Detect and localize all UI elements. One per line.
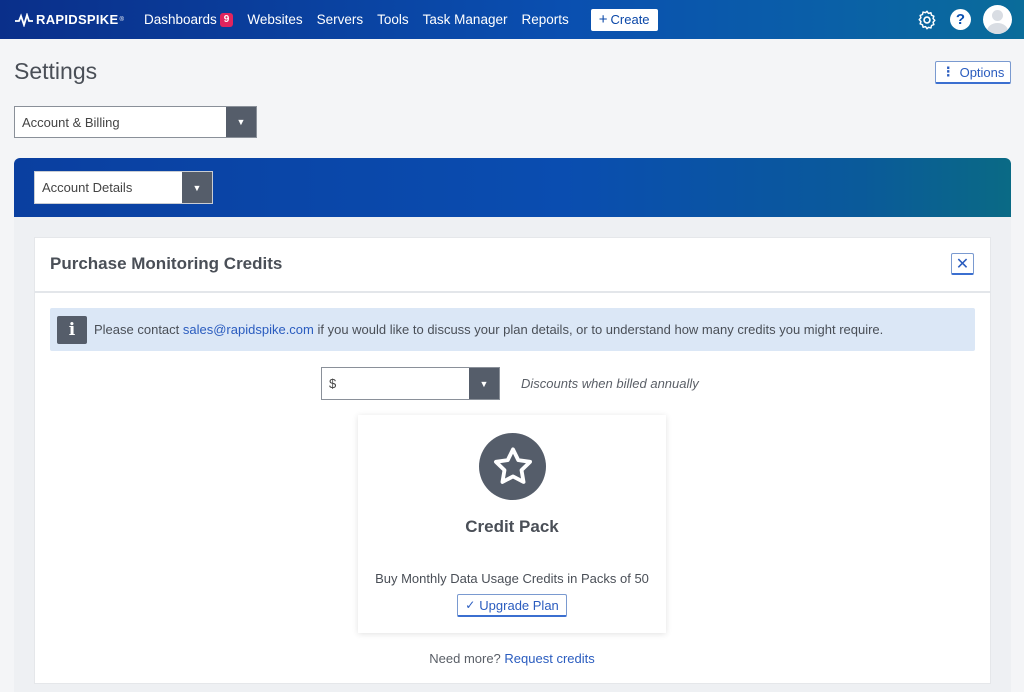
create-button[interactable]: + Create <box>590 8 658 31</box>
nav-reports[interactable]: Reports <box>521 12 568 27</box>
pack-description: Buy Monthly Data Usage Credits in Packs … <box>375 571 649 586</box>
top-navbar: RAPIDSPIKE ® Dashboards 9 Websites Serve… <box>0 0 1024 39</box>
info-text-after: if you would like to discuss your plan d… <box>313 322 884 337</box>
create-button-label: Create <box>610 12 650 27</box>
nav-right-actions: ? <box>916 0 1012 39</box>
nav-task-manager-label: Task Manager <box>422 12 508 27</box>
nav-dashboards[interactable]: Dashboards 9 <box>144 12 234 27</box>
options-button-label: Options <box>959 64 1005 80</box>
subsection-value: Account Details <box>42 180 133 195</box>
pack-title: Credit Pack <box>465 517 559 536</box>
vertical-dots-icon: ⋮ <box>941 64 955 79</box>
caret-down-icon: ▼ <box>469 368 499 399</box>
sales-email-link[interactable]: sales@rapidspike.com <box>183 322 314 337</box>
nav-servers[interactable]: Servers <box>317 12 364 27</box>
need-more-prefix: Need more? <box>429 651 505 666</box>
nav-reports-label: Reports <box>521 12 569 27</box>
logo-text: RAPIDSPIKE <box>36 12 119 27</box>
pulse-logo-icon <box>15 12 33 27</box>
need-more-text: Need more? Request credits <box>358 651 666 666</box>
nav-task-manager[interactable]: Task Manager <box>423 12 508 27</box>
nav-websites-label: Websites <box>247 12 303 27</box>
nav-dashboards-label: Dashboards <box>144 12 217 27</box>
nav-tools[interactable]: Tools <box>377 12 409 27</box>
discount-note: Discounts when billed annually <box>521 376 699 391</box>
info-alert: i Please contact sales@rapidspike.com if… <box>50 308 975 351</box>
gear-icon[interactable] <box>916 9 938 31</box>
dashboards-count-badge: 9 <box>219 12 234 27</box>
nav-servers-label: Servers <box>316 12 364 27</box>
info-text: Please contact sales@rapidspike.com if y… <box>94 322 883 337</box>
user-avatar[interactable] <box>983 5 1012 34</box>
settings-section-value: Account & Billing <box>22 114 120 130</box>
request-credits-link[interactable]: Request credits <box>504 651 594 666</box>
nav-websites[interactable]: Websites <box>247 12 302 27</box>
caret-down-icon: ▼ <box>182 172 212 203</box>
caret-down-icon: ▼ <box>226 107 256 137</box>
rapidspike-logo[interactable]: RAPIDSPIKE ® <box>14 12 134 27</box>
upgrade-plan-button[interactable]: ✓ Upgrade Plan <box>457 594 567 617</box>
options-button[interactable]: ⋮ Options <box>935 61 1011 84</box>
page-title: Settings <box>14 58 98 84</box>
card-divider <box>34 291 991 293</box>
info-text-before: Please contact <box>94 322 183 337</box>
nav-tools-label: Tools <box>377 12 409 27</box>
star-icon <box>479 433 546 500</box>
subsection-select[interactable]: Account Details ▼ <box>34 171 213 204</box>
upgrade-plan-label: Upgrade Plan <box>479 597 559 613</box>
close-button[interactable]: ✕ <box>951 253 974 275</box>
help-icon[interactable]: ? <box>950 9 971 30</box>
check-icon: ✓ <box>465 598 476 612</box>
logo-trademark: ® <box>119 16 124 23</box>
settings-section-select[interactable]: Account & Billing ▼ <box>14 106 257 138</box>
card-title: Purchase Monitoring Credits <box>50 254 283 273</box>
currency-value: $ <box>329 376 337 391</box>
currency-select[interactable]: $ ▼ <box>321 367 500 400</box>
plus-icon: + <box>598 11 608 28</box>
info-icon: i <box>57 315 87 344</box>
